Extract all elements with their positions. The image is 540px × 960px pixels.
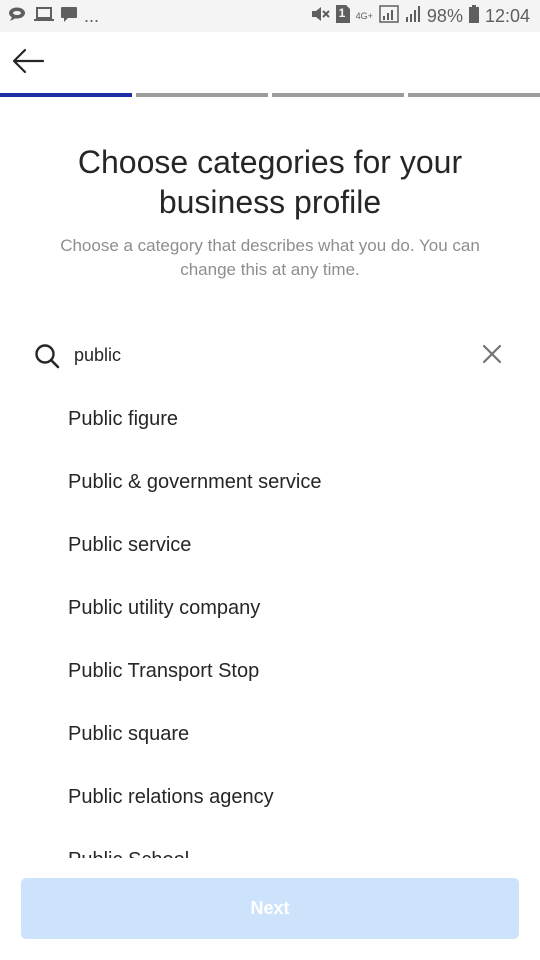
list-item[interactable]: Public figure: [0, 388, 540, 451]
page-title: Choose categories for your business prof…: [77, 144, 463, 220]
message-icon: [60, 6, 78, 27]
page-subtitle: Choose a category that describes what yo…: [60, 236, 480, 279]
battery-icon: [468, 5, 479, 28]
more-notifications: ...: [84, 6, 100, 26]
category-results-list: Public figure Public & government servic…: [0, 388, 540, 858]
status-bar: ... 1 4G+ 98% 12:04: [0, 0, 540, 32]
progress-step-4: [408, 93, 540, 97]
status-right: 1 4G+ 98% 12:04: [310, 5, 530, 28]
list-item[interactable]: Public relations agency: [0, 766, 540, 829]
back-arrow-icon: [10, 48, 46, 80]
signal-icon: [379, 5, 399, 28]
search-icon: [34, 343, 60, 374]
list-item[interactable]: Public School: [0, 829, 540, 858]
next-button[interactable]: Next: [21, 878, 519, 939]
network-4g-icon: 4G+: [355, 11, 373, 21]
list-item[interactable]: Public square: [0, 703, 540, 766]
back-button[interactable]: [10, 46, 50, 80]
progress-step-1: [0, 93, 132, 97]
mute-icon: [310, 5, 330, 28]
battery-percent: 98%: [426, 6, 463, 26]
list-item[interactable]: Public Transport Stop: [0, 640, 540, 703]
list-item[interactable]: Public utility company: [0, 577, 540, 640]
progress-step-3: [272, 93, 404, 97]
progress-step-2: [136, 93, 268, 97]
search-input[interactable]: [74, 338, 464, 372]
chat-bubble-icon: [8, 6, 28, 27]
list-item[interactable]: Public service: [0, 514, 540, 577]
status-left: ...: [8, 6, 99, 27]
sim-label: 1: [338, 6, 346, 20]
clock: 12:04: [484, 6, 530, 26]
top-bar: [0, 32, 540, 94]
close-icon[interactable]: [480, 342, 504, 371]
list-item[interactable]: Public & government service: [0, 451, 540, 514]
search-bar: [0, 330, 540, 380]
step-progress: [0, 93, 540, 97]
laptop-icon: [34, 6, 54, 27]
sim-card-icon: 1: [335, 5, 350, 28]
signal-bars-icon: [405, 5, 421, 28]
